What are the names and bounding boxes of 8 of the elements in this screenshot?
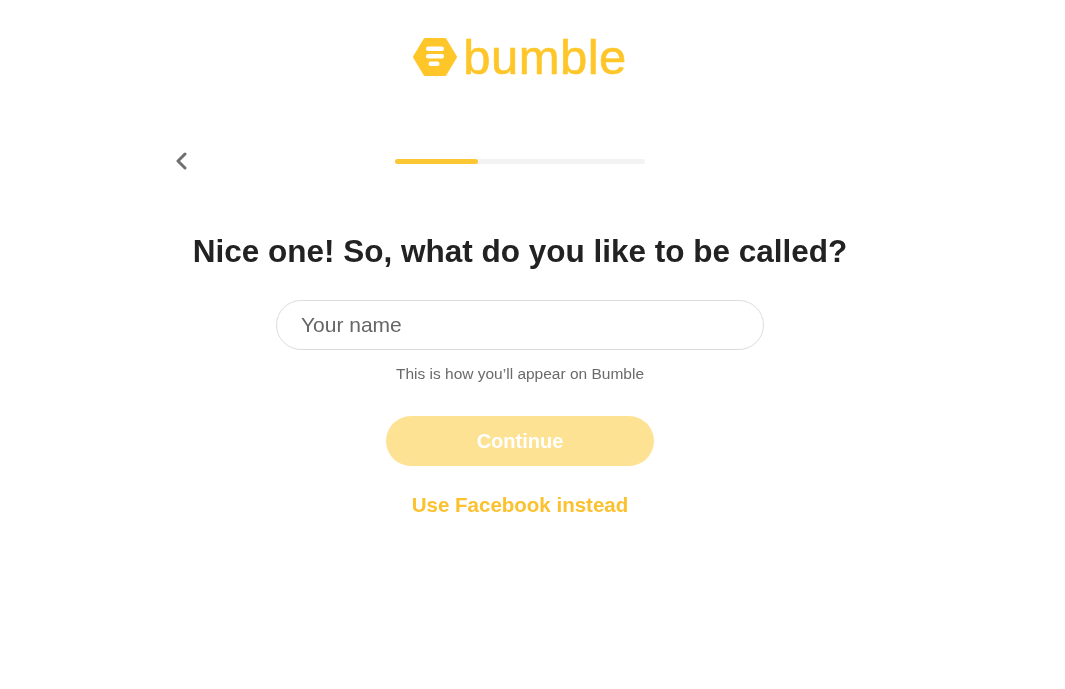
hint-text: This is how you’ll appear on Bumble bbox=[395, 365, 645, 383]
chevron-left-icon bbox=[175, 152, 187, 170]
facebook-link[interactable]: Use Facebook instead bbox=[411, 493, 629, 517]
hexagon-logo-icon bbox=[413, 38, 458, 76]
logo-wordmark: bumble bbox=[463, 37, 627, 77]
name-input[interactable]: Your name bbox=[276, 300, 764, 350]
question-heading: Nice one! So, what do you like to be called? bbox=[192, 233, 848, 269]
back-button[interactable] bbox=[174, 151, 188, 171]
